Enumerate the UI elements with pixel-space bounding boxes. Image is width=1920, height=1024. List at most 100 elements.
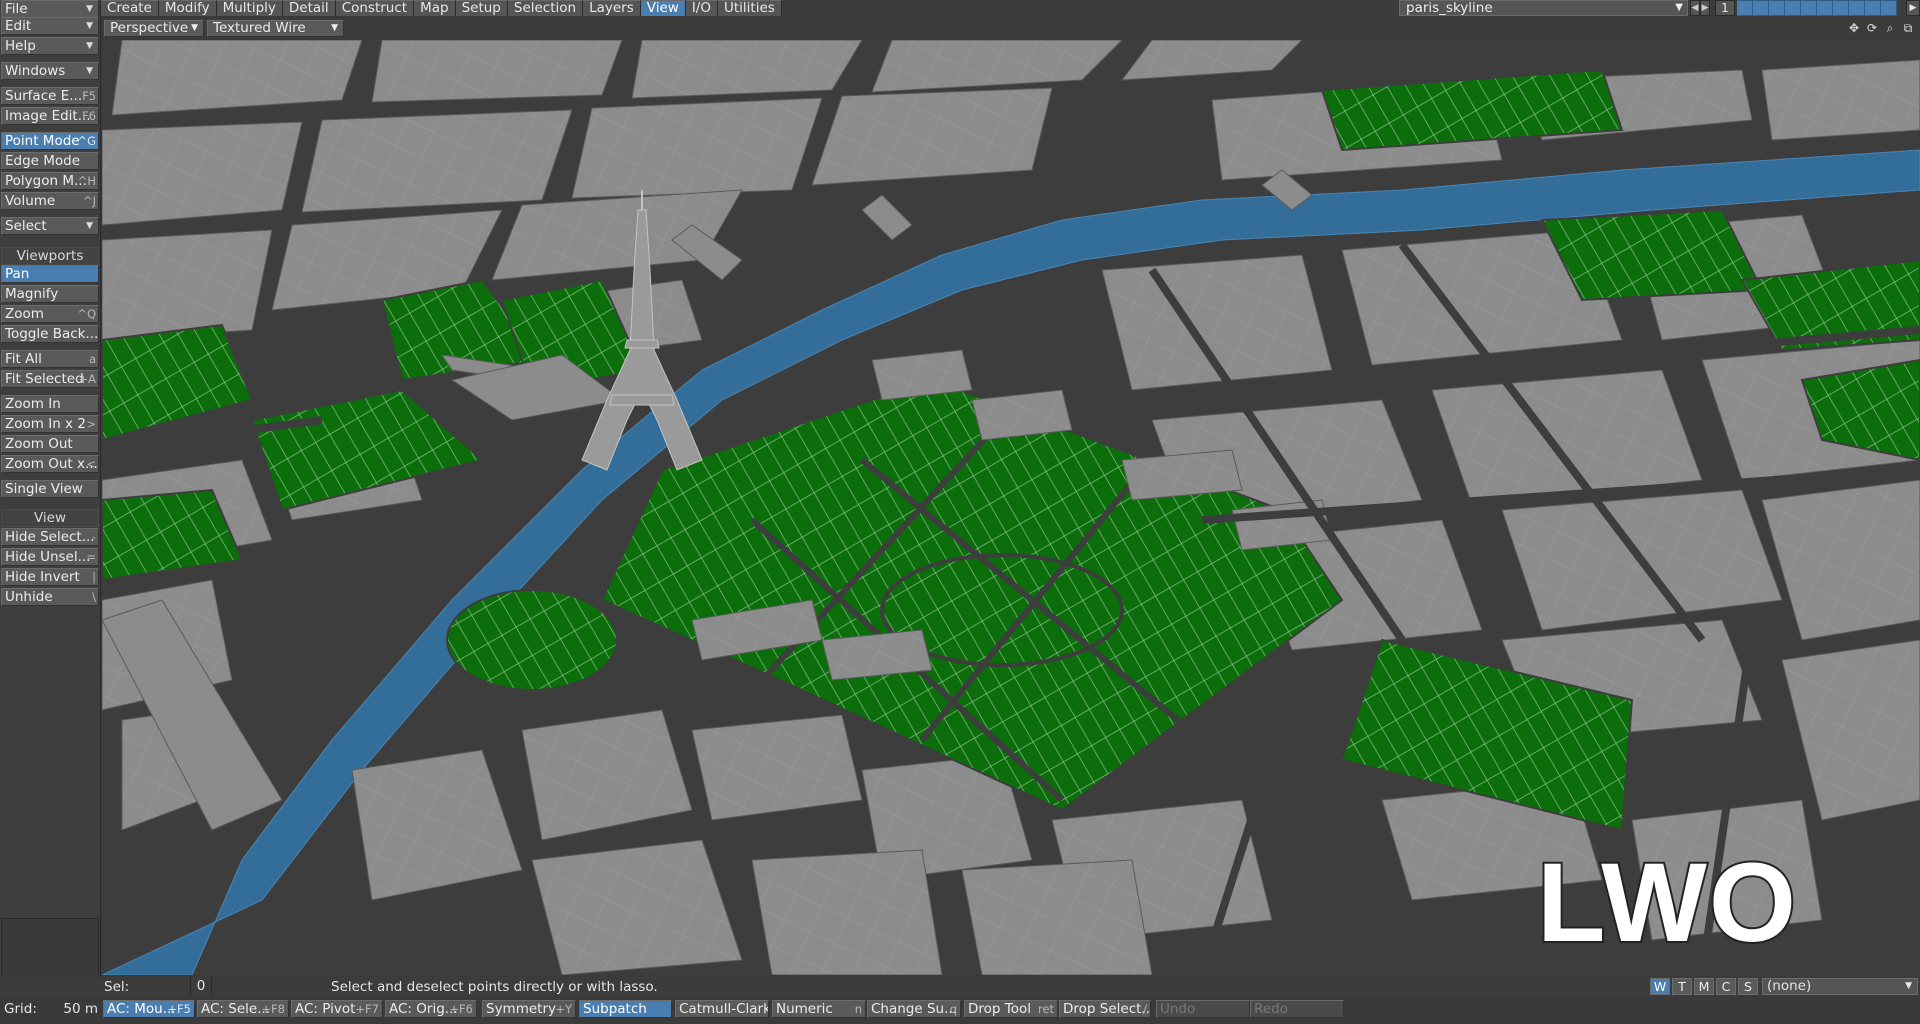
layer-cell[interactable] [1769, 0, 1785, 16]
viewport-header: Perspective ▼ Textured Wire ▼ ✥ ⟳ ⌕ ⧉ [102, 18, 1920, 38]
shortcut-label: ^J [82, 194, 96, 208]
edit-menu[interactable]: Edit ▼ [1, 17, 99, 35]
layer-cell[interactable] [1865, 0, 1881, 16]
file-label: File [5, 1, 28, 17]
action-center-mouse-button[interactable]: AC: Mou... +F5 [103, 1000, 195, 1018]
sidebar-empty-panel [1, 918, 99, 984]
tab-detail[interactable]: Detail [282, 0, 336, 16]
layer-cell[interactable] [1849, 0, 1865, 16]
zoom-button[interactable]: Zoom ^Q [1, 305, 99, 323]
windows-menu[interactable]: Windows ▼ [1, 62, 99, 80]
layer-cell[interactable] [1881, 0, 1897, 16]
zoom-out-x-button[interactable]: Zoom Out x... < [1, 455, 99, 473]
zoom-in-x2-button[interactable]: Zoom In x 2 > [1, 415, 99, 433]
volume-button[interactable]: Volume ^J [1, 192, 99, 210]
action-center-pivot-button[interactable]: AC: Pivot +F7 [291, 1000, 383, 1018]
chevron-down-icon: ▼ [1905, 981, 1912, 991]
vertex-map-dropdown[interactable]: (none) ▼ [1762, 978, 1918, 995]
undo-button[interactable]: Undo [1156, 1000, 1250, 1018]
layer-cell[interactable] [1801, 0, 1817, 16]
drop-tool-label: Drop Tool [968, 1001, 1031, 1017]
layer-cell[interactable] [1737, 0, 1753, 16]
layer-cell[interactable] [1753, 0, 1769, 16]
drop-selection-button[interactable]: Drop Select... / [1059, 1000, 1151, 1018]
tab-construct[interactable]: Construct [335, 0, 415, 16]
scene-select[interactable]: paris_skyline ▼ [1399, 0, 1688, 16]
surface-editor-button[interactable]: Surface E... F5 [1, 87, 99, 105]
polygon-mode-button[interactable]: Polygon M... ^H [1, 172, 99, 190]
subpatch-type-dropdown[interactable]: Catmull-Clark [675, 1000, 769, 1018]
hide-invert-button[interactable]: Hide Invert | [1, 568, 99, 586]
tab-layers[interactable]: Layers [583, 0, 641, 16]
layer-number[interactable]: 1 [1715, 0, 1735, 16]
zoom-out-button[interactable]: Zoom Out [1, 435, 99, 453]
redo-button[interactable]: Redo [1250, 1000, 1344, 1018]
shortcut-label: | [92, 570, 96, 584]
point-mode-button[interactable]: Point Mode ^G [1, 132, 99, 150]
layer-cell[interactable] [1817, 0, 1833, 16]
morph-map-toggle[interactable]: M [1694, 978, 1714, 995]
file-menu[interactable]: File ▼ [1, 0, 99, 18]
edge-mode-button[interactable]: Edge Mode [1, 152, 99, 170]
tab-map[interactable]: Map [414, 0, 456, 16]
unhide-button[interactable]: Unhide \ [1, 588, 99, 606]
tab-create[interactable]: Create [101, 0, 159, 16]
tab-setup[interactable]: Setup [455, 0, 508, 16]
numeric-label: Numeric [776, 1001, 833, 1017]
view-section-header: View [1, 509, 99, 527]
tab-multiply[interactable]: Multiply [216, 0, 283, 16]
zoom-in-button[interactable]: Zoom In [1, 395, 99, 413]
numeric-button[interactable]: Numeric n [772, 1000, 866, 1018]
subpatch-button[interactable]: Subpatch [579, 1000, 672, 1018]
render-mode-dropdown[interactable]: Textured Wire ▼ [207, 20, 344, 37]
fit-all-button[interactable]: Fit All a [1, 350, 99, 368]
magnify-button[interactable]: Magnify [1, 285, 99, 303]
select-label: Select [5, 218, 47, 234]
maximize-view-icon[interactable]: ⧉ [1900, 20, 1916, 36]
layer-bank-arrow[interactable]: ▶ [1906, 0, 1920, 16]
texture-map-toggle[interactable]: T [1672, 978, 1692, 995]
perspective-viewport[interactable]: LWO [102, 40, 1920, 975]
volume-label: Volume [5, 193, 56, 209]
tab-view[interactable]: View [640, 0, 686, 16]
shortcut-label: q [949, 1002, 957, 1016]
subpatch-type-label: Catmull-Clark [679, 1001, 769, 1017]
image-editor-button[interactable]: Image Edit... F6 [1, 107, 99, 125]
chevron-down-icon: ▼ [86, 41, 93, 51]
selection-set-toggle[interactable]: S [1738, 978, 1758, 995]
single-view-button[interactable]: Single View [1, 480, 99, 498]
toggle-background-button[interactable]: Toggle Back... [1, 325, 99, 343]
fit-selected-button[interactable]: Fit Selected +A [1, 370, 99, 388]
color-map-toggle[interactable]: C [1716, 978, 1736, 995]
hide-selected-button[interactable]: Hide Select... - [1, 528, 99, 546]
zoom-out-label: Zoom Out [5, 436, 73, 452]
move-view-icon[interactable]: ✥ [1846, 20, 1862, 36]
action-center-origin-button[interactable]: AC: Orig... +F6 [385, 1000, 477, 1018]
layer-cell[interactable] [1785, 0, 1801, 16]
layer-next-button[interactable]: ▶ [1700, 0, 1710, 16]
rotate-view-icon[interactable]: ⟳ [1864, 20, 1880, 36]
tab-utilities[interactable]: Utilities [717, 0, 782, 16]
symmetry-button[interactable]: Symmetry +Y [482, 1000, 576, 1018]
selection-count-label: Sel: [104, 979, 130, 995]
action-center-selection-button[interactable]: AC: Sele... +F8 [197, 1000, 289, 1018]
shortcut-label: +F7 [355, 1002, 379, 1016]
layer-cell[interactable] [1833, 0, 1849, 16]
edge-mode-label: Edge Mode [5, 153, 81, 169]
viewport-controls: ✥ ⟳ ⌕ ⧉ [1846, 20, 1916, 36]
drop-tool-button[interactable]: Drop Tool ret [964, 1000, 1058, 1018]
action-center-pivot-label: AC: Pivot [295, 1001, 356, 1017]
help-menu[interactable]: Help ▼ [1, 37, 99, 55]
pan-button[interactable]: Pan [1, 265, 99, 283]
weight-map-toggle[interactable]: W [1650, 978, 1670, 995]
tab-modify[interactable]: Modify [158, 0, 217, 16]
view-type-dropdown[interactable]: Perspective ▼ [104, 20, 204, 37]
tab-io[interactable]: I/O [685, 0, 718, 16]
select-menu[interactable]: Select ▼ [1, 217, 99, 235]
hide-unselected-button[interactable]: Hide Unsel... = [1, 548, 99, 566]
tab-selection[interactable]: Selection [507, 0, 584, 16]
change-surface-button[interactable]: Change Su... q [867, 1000, 961, 1018]
zoom-view-icon[interactable]: ⌕ [1882, 20, 1898, 36]
render-mode-label: Textured Wire [213, 20, 306, 36]
layer-prev-button[interactable]: ◀ [1690, 0, 1700, 16]
